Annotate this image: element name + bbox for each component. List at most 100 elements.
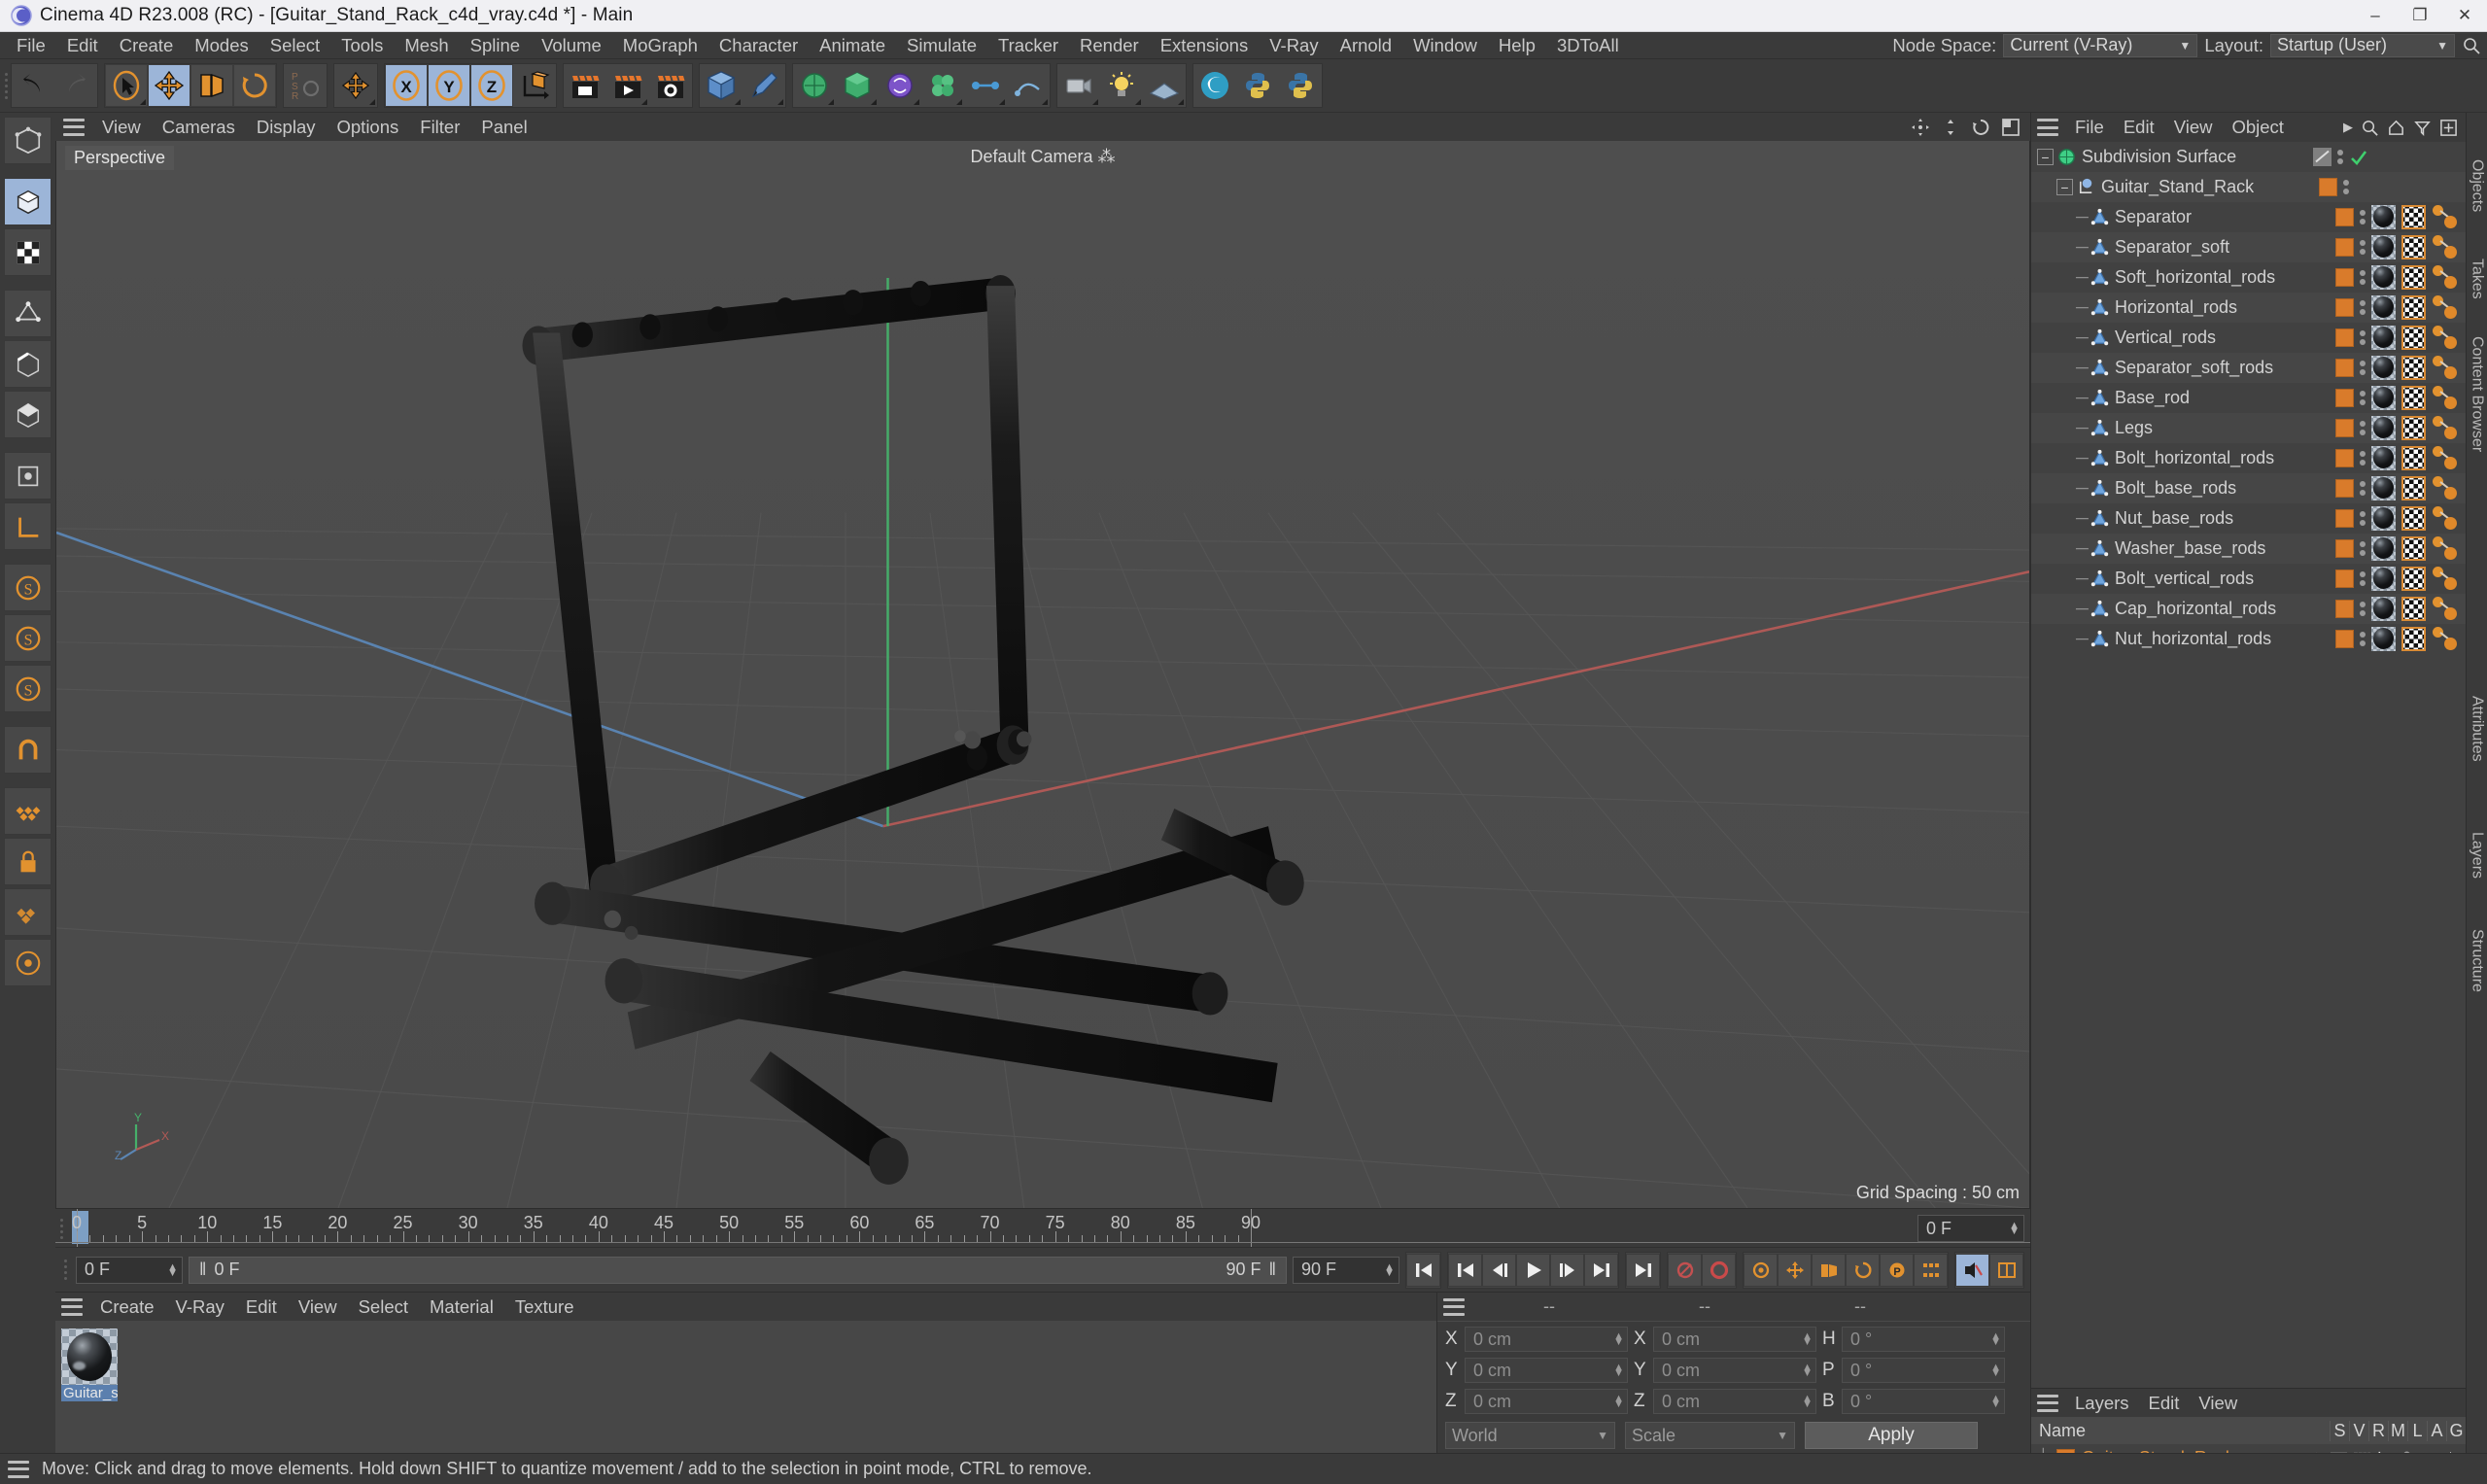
psr-toggle-button[interactable]: PSR [284,64,327,107]
autokey-button[interactable] [1668,1253,1702,1287]
material-item[interactable]: Guitar_st [61,1329,118,1401]
menu-item-edit[interactable]: Edit [56,33,109,58]
render-view-button[interactable] [564,64,606,107]
filter-icon[interactable] [2413,119,2432,137]
object-row[interactable]: ─ Washer_base_rods [2031,534,2466,564]
object-dots-icon[interactable] [2360,451,2366,466]
goto-previous-key-button[interactable] [1448,1253,1482,1287]
max-frame-input[interactable]: 90 F ▲ ▼ [1293,1256,1399,1284]
material-tag-icon[interactable] [2371,476,2396,500]
texture-tag-icon[interactable] [2401,536,2426,561]
close-button[interactable]: ✕ [2442,0,2487,32]
point-mode-button[interactable] [4,290,52,337]
material-tag-icon[interactable] [2371,235,2396,259]
menu-item-file[interactable]: File [6,33,56,58]
texture-tag-icon[interactable] [2401,476,2426,500]
menu-item-tracker[interactable]: Tracker [987,33,1069,58]
texture-mode-button[interactable] [4,228,52,276]
layer-color-swatch[interactable] [2335,509,2354,528]
material-tag-icon[interactable] [2371,295,2396,320]
coordinate-system-button[interactable] [513,64,556,107]
menu-item-modes[interactable]: Modes [184,33,259,58]
object-dots-icon[interactable] [2360,240,2366,255]
axis-y-button[interactable]: Y [428,64,470,107]
search-icon[interactable] [2462,36,2481,55]
object-dots-icon[interactable] [2360,541,2366,556]
object-row[interactable]: ─ Soft_horizontal_rods [2031,262,2466,293]
layer-menu-layers[interactable]: Layers [2065,1392,2139,1415]
layer-column-s[interactable]: S [2330,1420,2349,1441]
spinner-icon[interactable]: ▲ ▼ [1802,1363,1813,1379]
object-dots-icon[interactable] [2360,210,2366,224]
layer-menu-edit[interactable]: Edit [2139,1392,2190,1415]
current-frame-input[interactable]: 0 F ▲ ▼ [76,1256,183,1284]
object-dots-icon[interactable] [2337,150,2343,164]
object-row[interactable]: ─ Base_rod [2031,383,2466,413]
coordinate-mode-select[interactable]: Scale ▼ [1625,1422,1795,1449]
object-menu-file[interactable]: File [2065,116,2114,139]
texture-tag-icon[interactable] [2401,356,2426,380]
material-menu-view[interactable]: View [288,1295,348,1319]
menu-item-simulate[interactable]: Simulate [896,33,987,58]
menu-item-select[interactable]: Select [259,33,330,58]
material-tag-icon[interactable] [2371,326,2396,350]
move-tool-button[interactable] [148,64,190,107]
viewport-menu-cameras[interactable]: Cameras [152,116,246,139]
coord-input-rot-b[interactable]: 0 ° ▲ ▼ [1842,1389,2005,1414]
coord-input-pos-y[interactable]: 0 cm ▲ ▼ [1465,1358,1628,1383]
selection-tag-icon[interactable] [2432,265,2458,290]
timeline-ruler[interactable]: 0 5 10 15 20 25 30 35 40 45 50 55 60 65 70 75 80 85 90 0 F… [55,1208,2030,1247]
dock-tab-content-browser[interactable]: Content Browser [2469,336,2486,452]
spinner-icon[interactable]: ▲ ▼ [161,1261,178,1278]
viewport-menu-display[interactable]: Display [246,116,327,139]
axis-x-button[interactable]: X [385,64,428,107]
spinner-icon[interactable]: ▲ ▼ [1990,1394,2001,1410]
material-menu-material[interactable]: Material [419,1295,504,1319]
coord-input-size-y[interactable]: 0 cm ▲ ▼ [1653,1358,1816,1383]
selection-tag-icon[interactable] [2432,506,2458,531]
search-icon[interactable] [2361,119,2379,137]
layer-color-swatch[interactable] [2335,328,2354,347]
layout-dropdown[interactable]: Startup (User) ▼ [2270,33,2455,57]
dock-tab-takes[interactable]: Takes [2469,259,2486,299]
menu-item-window[interactable]: Window [1402,33,1488,58]
layer-color-swatch[interactable] [2335,238,2354,257]
object-row[interactable]: ─ Nut_horizontal_rods [2031,624,2466,654]
selection-tag-icon[interactable] [2432,235,2458,259]
layer-color-swatch[interactable] [2335,479,2354,498]
axis-z-button[interactable]: Z [470,64,513,107]
object-dots-icon[interactable] [2343,180,2349,194]
minimize-button[interactable]: – [2353,0,2398,32]
mograph-button[interactable] [921,64,964,107]
layer-column-r[interactable]: R [2368,1420,2388,1441]
layer-column-l[interactable]: L [2407,1420,2427,1441]
object-manager-tree[interactable]: − Subdivision Surface − Guitar_Stand_Rack ─ S… [2031,142,2466,1388]
spinner-icon[interactable]: ▲ ▼ [1613,1363,1624,1379]
undo-button[interactable] [12,64,54,107]
object-dots-icon[interactable] [2360,391,2366,405]
deformer-button[interactable] [879,64,921,107]
texture-tag-icon[interactable] [2401,597,2426,621]
object-row[interactable]: ─ Separator [2031,202,2466,232]
editor-visibility-dot[interactable] [2313,148,2332,166]
coord-input-size-x[interactable]: 0 cm ▲ ▼ [1653,1327,1816,1352]
range-handle-icon-right[interactable]: ‖ [1269,1260,1276,1280]
field-button[interactable] [1007,64,1050,107]
material-tag-icon[interactable] [2371,205,2396,229]
texture-tag-icon[interactable] [2401,326,2426,350]
enabled-check-icon[interactable] [2349,148,2368,167]
selection-tag-icon[interactable] [2432,295,2458,320]
material-menu-create[interactable]: Create [89,1295,165,1319]
snap-settings-button[interactable]: S [4,665,52,712]
texture-tag-icon[interactable] [2401,627,2426,651]
object-row[interactable]: ─ Bolt_vertical_rods [2031,564,2466,594]
spline-pen-button[interactable] [743,64,785,107]
spinner-icon[interactable]: ▲ ▼ [2003,1221,2020,1237]
selection-tag-icon[interactable] [2432,205,2458,229]
subdivision-surface-button[interactable] [793,64,836,107]
selection-tag-icon[interactable] [2432,326,2458,350]
texture-tag-icon[interactable] [2401,265,2426,290]
layer-menu-view[interactable]: View [2189,1392,2247,1415]
material-tag-icon[interactable] [2371,356,2396,380]
object-dots-icon[interactable] [2360,602,2366,616]
